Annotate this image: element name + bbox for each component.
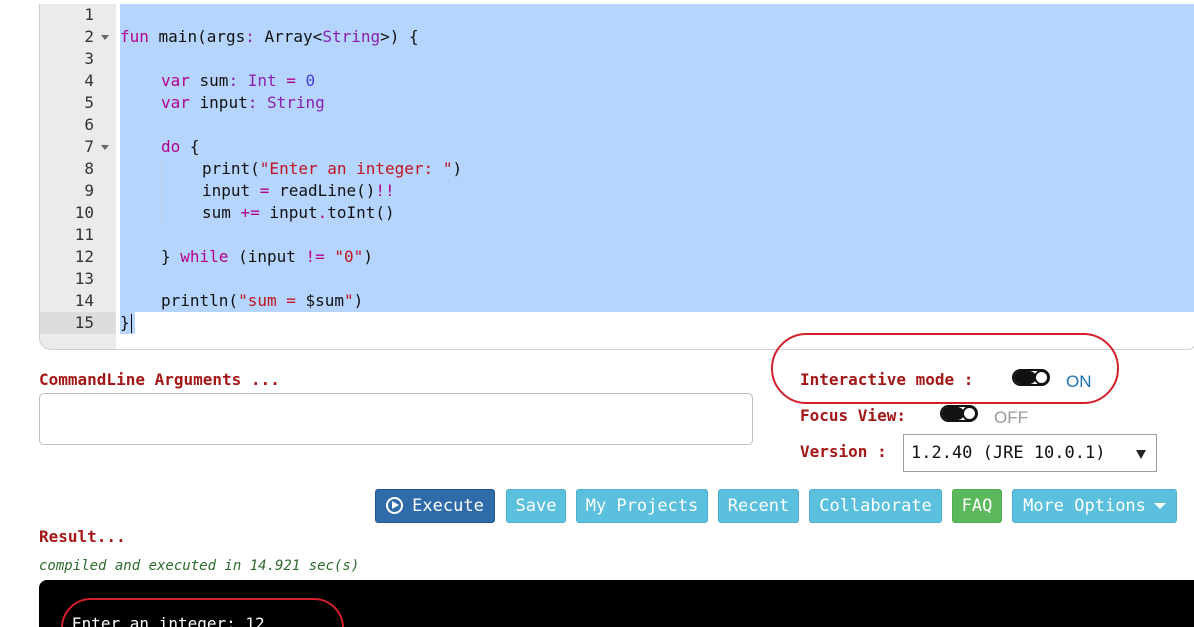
indent-guide bbox=[161, 158, 162, 224]
line-number: 3 bbox=[84, 49, 94, 68]
dropdown-caret-icon bbox=[1136, 450, 1146, 459]
line-number: 6 bbox=[84, 115, 94, 134]
version-value: 1.2.40 (JRE 10.0.1) bbox=[911, 443, 1106, 463]
line-number: 9 bbox=[84, 181, 94, 200]
code-line: do { bbox=[161, 137, 200, 156]
dropdown-caret-icon bbox=[1153, 503, 1166, 509]
line-number: 4 bbox=[84, 71, 94, 90]
line-number: 14 bbox=[74, 291, 94, 310]
collaborate-button[interactable]: Collaborate bbox=[809, 489, 942, 523]
toggle-knob bbox=[1034, 370, 1049, 385]
annotation-circle bbox=[771, 333, 1119, 404]
line-number: 8 bbox=[84, 159, 94, 178]
code-line: sum += input.toInt() bbox=[202, 203, 395, 222]
fold-arrow-icon[interactable] bbox=[101, 145, 109, 150]
more-options-button[interactable]: More Options bbox=[1012, 489, 1177, 523]
faq-button[interactable]: FAQ bbox=[952, 489, 1002, 523]
args-label: CommandLine Arguments ... bbox=[39, 370, 280, 389]
toggle-knob bbox=[962, 406, 977, 421]
interactive-mode-label: Interactive mode : bbox=[800, 370, 974, 389]
code-line: print("Enter an integer: ") bbox=[202, 159, 463, 178]
version-label: Version : bbox=[800, 442, 887, 461]
code-line: println("sum = $sum") bbox=[161, 291, 364, 310]
code-line: var sum: Int = 0 bbox=[161, 71, 316, 90]
result-label: Result... bbox=[39, 527, 126, 546]
execute-play-icon bbox=[386, 497, 404, 514]
annotation-circle bbox=[61, 598, 344, 627]
focus-view-toggle[interactable] bbox=[940, 405, 978, 422]
execute-button[interactable]: Execute bbox=[375, 489, 495, 523]
focus-view-state: OFF bbox=[994, 408, 1028, 427]
interactive-mode-state: ON bbox=[1066, 372, 1092, 391]
line-number: 10 bbox=[74, 203, 94, 222]
code-area[interactable]: fun main(args: Array<String>) { var sum:… bbox=[120, 4, 1194, 349]
focus-view-label: Focus View: bbox=[800, 406, 906, 425]
text-cursor bbox=[131, 314, 132, 333]
more-options-label: More Options bbox=[1023, 496, 1146, 516]
save-button[interactable]: Save bbox=[506, 489, 566, 523]
args-input[interactable] bbox=[39, 393, 753, 445]
toggle-fill bbox=[942, 407, 964, 420]
code-line: input = readLine()!! bbox=[202, 181, 395, 200]
line-gutter: 1 2 3 4 5 6 7 8 9 10 11 12 13 14 15 bbox=[40, 4, 116, 349]
fold-arrow-icon[interactable] bbox=[101, 35, 109, 40]
interactive-mode-toggle[interactable] bbox=[1012, 369, 1050, 386]
line-number: 11 bbox=[74, 225, 94, 244]
line-number: 2 bbox=[40, 26, 116, 48]
compile-status: compiled and executed in 14.921 sec(s) bbox=[39, 558, 360, 574]
code-line: } bbox=[120, 313, 130, 332]
recent-button[interactable]: Recent bbox=[718, 489, 799, 523]
line-number-active: 15 bbox=[40, 312, 116, 334]
code-line: fun main(args: Array<String>) { bbox=[120, 27, 419, 46]
line-number: 1 bbox=[84, 5, 94, 24]
line-number: 7 bbox=[40, 136, 116, 158]
line-number: 13 bbox=[74, 269, 94, 288]
execute-label: Execute bbox=[412, 496, 484, 516]
line-number: 12 bbox=[74, 247, 94, 266]
toggle-fill bbox=[1014, 371, 1036, 384]
my-projects-button[interactable]: My Projects bbox=[576, 489, 708, 523]
line-number: 5 bbox=[84, 93, 94, 112]
code-editor[interactable]: 1 2 3 4 5 6 7 8 9 10 11 12 13 14 15 fun … bbox=[39, 4, 1194, 350]
version-select[interactable]: 1.2.40 (JRE 10.0.1) bbox=[903, 434, 1157, 472]
code-line: var input: String bbox=[161, 93, 325, 112]
code-line: } while (input != "0") bbox=[161, 247, 373, 266]
